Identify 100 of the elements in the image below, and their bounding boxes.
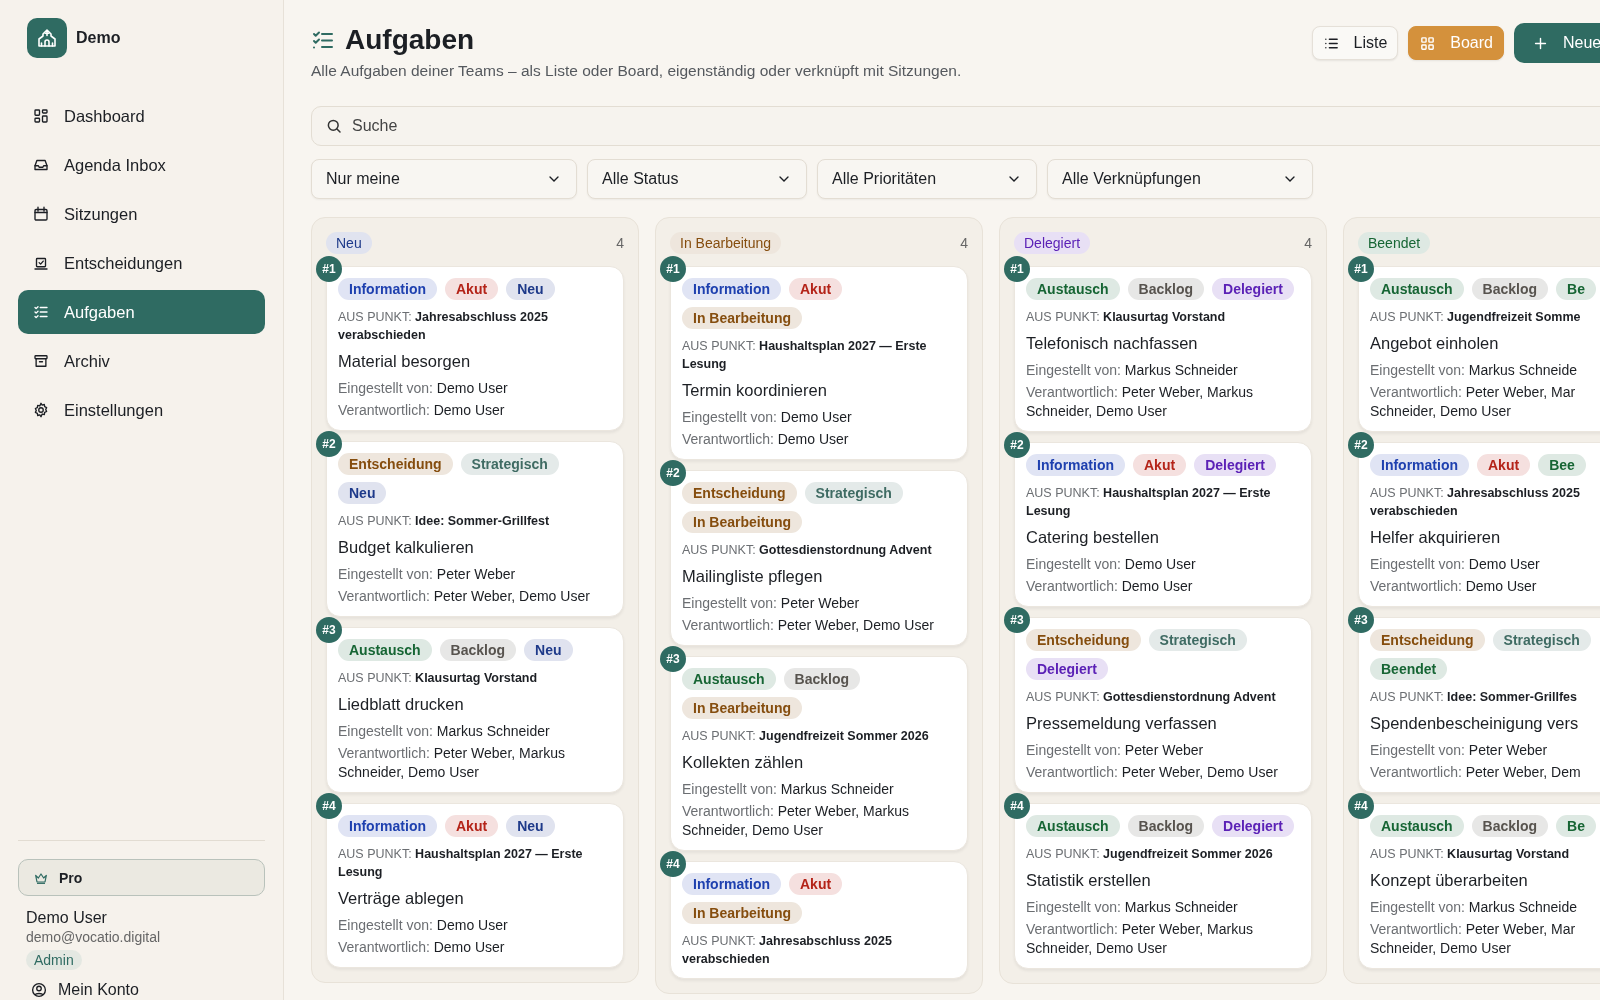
task-title: Catering bestellen <box>1026 527 1160 548</box>
created-by: Eingestellt von: Markus Schneider <box>1026 898 1239 917</box>
task-count: 4 <box>960 235 968 251</box>
page-subtitle: Alle Aufgaben deiner Teams – als Liste oder Board, eigenständig oder verknüpft mit Sitzungen. <box>311 62 962 80</box>
tag: Be <box>1556 815 1596 837</box>
created-by: Eingestellt von: Markus Schneide <box>1370 898 1578 917</box>
task-count: 4 <box>616 235 624 251</box>
new-task-button[interactable]: Neue <box>1514 23 1600 63</box>
status-label: Neu <box>326 232 372 254</box>
checklist-icon <box>32 303 50 321</box>
filter-dropdown[interactable]: Alle Verknüpfungen <box>1047 159 1313 199</box>
created-by: Eingestellt von: Peter Weber <box>1370 741 1549 760</box>
tag: Akut <box>1133 454 1187 476</box>
tag: Backlog <box>1471 278 1549 300</box>
created-by: Eingestellt von: Markus Schneider <box>682 780 895 799</box>
tag: Information <box>682 278 781 300</box>
search-icon <box>325 117 343 135</box>
search-field[interactable]: Suche <box>311 106 1600 146</box>
created-by: Eingestellt von: Demo User <box>1370 555 1541 574</box>
user-circle-icon <box>30 981 48 999</box>
responsible: Verantwortlich: Peter Weber, Markus Schneider, Demo User <box>1026 920 1254 958</box>
tag: In Bearbeitung <box>682 902 802 924</box>
created-by: Eingestellt von: Markus Schneide <box>1370 361 1578 380</box>
status-label: Beendet <box>1358 232 1431 254</box>
tag: Strategisch <box>460 453 559 475</box>
tag: Delegiert <box>1212 278 1294 300</box>
created-by: Eingestellt von: Demo User <box>682 408 853 427</box>
source-item: AUS PUNKT: Jahresabschluss 2025 verabschieden <box>338 309 549 344</box>
task-title: Konzept überarbeiten <box>1370 870 1529 891</box>
tag: Be <box>1556 278 1596 300</box>
status-label: Delegiert <box>1014 232 1091 254</box>
view-toggle[interactable]: Liste <box>1311 26 1399 60</box>
sidebar-item[interactable]: Entscheidungen <box>18 241 265 285</box>
tag: Information <box>1370 454 1469 476</box>
source-item: AUS PUNKT: Klausurtag Vorstand <box>1370 846 1571 863</box>
created-by: Eingestellt von: Demo User <box>1026 555 1197 574</box>
responsible: Verantwortlich: Peter Weber, Markus Schneider, Demo User <box>1026 383 1254 421</box>
number-badge: #2 <box>1348 432 1374 458</box>
app-name: Demo <box>76 29 121 47</box>
responsible: Verantwortlich: Peter Weber, Demo User <box>682 616 935 635</box>
tag: Strategisch <box>804 482 903 504</box>
task-count: 4 <box>1304 235 1312 251</box>
task-title: Budget kalkulieren <box>338 537 475 558</box>
number-badge: #3 <box>316 617 342 643</box>
tag: Backlog <box>439 639 517 661</box>
tag: Neu <box>506 815 555 837</box>
filter-dropdown[interactable]: Nur meine <box>311 159 577 199</box>
source-item: AUS PUNKT: Idee: Sommer-Grillfest <box>338 513 551 530</box>
filter-dropdown[interactable]: Alle Prioritäten <box>817 159 1037 199</box>
plan-button[interactable]: Pro <box>18 859 265 896</box>
tag: Austausch <box>338 639 432 661</box>
source-item: AUS PUNKT: Jahresabschluss 2025 verabschieden <box>682 933 893 968</box>
tag: Akut <box>1477 454 1531 476</box>
task-title: Spendenbescheinigung vers <box>1370 713 1580 734</box>
tag: Information <box>682 873 781 895</box>
filter-dropdown[interactable]: Alle Status <box>587 159 807 199</box>
responsible: Verantwortlich: Peter Weber, Markus Schneider, Demo User <box>338 744 566 782</box>
tag: Information <box>1026 454 1125 476</box>
tag: Strategisch <box>1148 629 1247 651</box>
user-email: demo@vocatio.digital <box>26 929 161 945</box>
sidebar-item[interactable]: Aufgaben <box>18 290 265 334</box>
tag: Austausch <box>1370 815 1464 837</box>
sidebar-item[interactable]: Dashboard <box>18 94 265 138</box>
task-title: Material besorgen <box>338 351 472 372</box>
tag: Information <box>338 815 437 837</box>
number-badge: #2 <box>1004 432 1030 458</box>
tag: Backlog <box>1127 278 1205 300</box>
source-item: AUS PUNKT: Jugendfreizeit Sommer 2026 <box>682 728 930 745</box>
dashboard-icon <box>32 107 50 125</box>
source-item: AUS PUNKT: Jahresabschluss 2025 verabschieden <box>1370 485 1581 520</box>
grid-icon <box>1419 34 1437 52</box>
church-logo-icon <box>27 18 67 58</box>
sidebar-item[interactable]: Einstellungen <box>18 388 265 432</box>
sidebar-item[interactable]: Sitzungen <box>18 192 265 236</box>
created-by: Eingestellt von: Demo User <box>338 379 509 398</box>
role-badge: Admin <box>26 950 82 970</box>
responsible: Verantwortlich: Peter Weber, Demo User <box>1026 763 1279 782</box>
sidebar-item[interactable]: Agenda Inbox <box>18 143 265 187</box>
tag: Austausch <box>682 668 776 690</box>
created-by: Eingestellt von: Demo User <box>338 916 509 935</box>
tag: Neu <box>338 482 387 504</box>
account-link[interactable]: Mein Konto <box>30 980 139 1000</box>
source-item: AUS PUNKT: Gottesdienstordnung Advent <box>682 542 933 559</box>
number-badge: #2 <box>660 460 686 486</box>
tag: Neu <box>524 639 573 661</box>
tag: Strategisch <box>1492 629 1591 651</box>
number-badge: #1 <box>1004 256 1030 282</box>
task-title: Telefonisch nachfassen <box>1026 333 1199 354</box>
number-badge: #1 <box>316 256 342 282</box>
responsible: Verantwortlich: Demo User <box>682 430 850 449</box>
number-badge: #4 <box>1004 793 1030 819</box>
tag: Delegiert <box>1194 454 1277 476</box>
number-badge: #4 <box>316 793 342 819</box>
sidebar-item[interactable]: Archiv <box>18 339 265 383</box>
source-item: AUS PUNKT: Haushaltsplan 2027 — Erste Lesung <box>338 846 584 881</box>
tag: Austausch <box>1026 278 1120 300</box>
task-title: Termin koordinieren <box>682 380 828 401</box>
tag: Neu <box>506 278 555 300</box>
responsible: Verantwortlich: Peter Weber, Dem <box>1370 763 1582 782</box>
tag: Austausch <box>1026 815 1120 837</box>
